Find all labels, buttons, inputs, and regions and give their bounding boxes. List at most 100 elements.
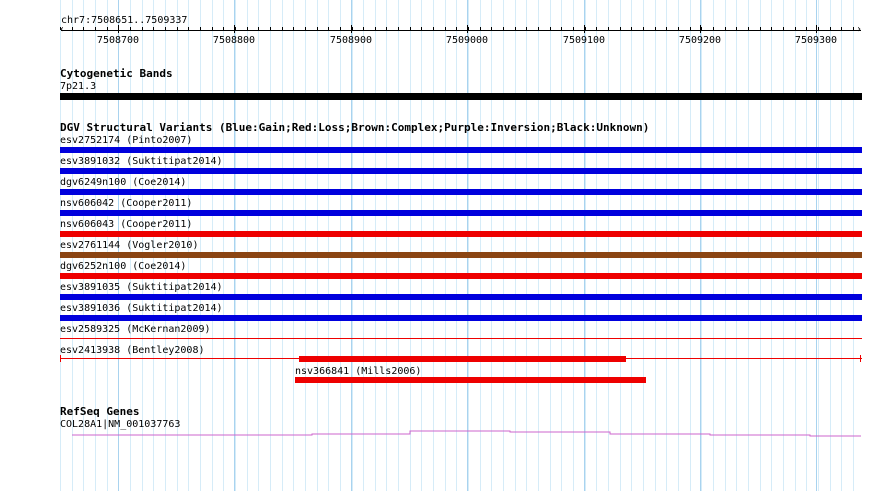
variant-line-loss[interactable] (60, 338, 862, 339)
variant-bar-gain[interactable] (60, 210, 862, 216)
minor-tick (538, 27, 539, 30)
minor-tick (783, 27, 784, 30)
minor-tick (293, 27, 294, 30)
minor-tick (806, 27, 807, 30)
minor-tick (526, 27, 527, 30)
variant-label: esv2413938 (Bentley2008) (60, 345, 205, 356)
minor-tick (771, 27, 772, 30)
minor-tick (363, 27, 364, 30)
ruler-axis (61, 30, 861, 31)
minor-tick (701, 27, 702, 30)
minor-tick (95, 27, 96, 30)
major-tick (584, 25, 585, 33)
cytoband-track-title: Cytogenetic Bands (60, 67, 173, 80)
minor-tick (643, 27, 644, 30)
refseq-track-title: RefSeq Genes (60, 405, 140, 418)
variant-label: esv3891035 (Suktitipat2014) (60, 282, 223, 293)
variant-bar-gain[interactable] (60, 294, 862, 300)
minor-tick (375, 27, 376, 30)
minor-tick (830, 27, 831, 30)
minor-tick (491, 27, 492, 30)
minor-tick (445, 27, 446, 30)
minor-tick (421, 27, 422, 30)
minor-tick (818, 27, 819, 30)
minor-tick (235, 27, 236, 30)
major-tick (118, 25, 119, 33)
variant-bar-loss[interactable] (299, 356, 626, 362)
minor-tick (795, 27, 796, 30)
minor-tick (550, 27, 551, 30)
minor-tick (200, 27, 201, 30)
variant-bar-gain[interactable] (60, 189, 862, 195)
minor-tick (305, 27, 306, 30)
location-label: chr7:7508651..7509337 (61, 15, 188, 26)
dgv-track-title: DGV Structural Variants (Blue:Gain;Red:L… (60, 121, 650, 134)
variant-bar-gain[interactable] (60, 315, 862, 321)
variant-label: esv2761144 (Vogler2010) (60, 240, 199, 251)
minor-tick (631, 27, 632, 30)
minor-tick (60, 27, 61, 30)
variant-label: esv3891036 (Suktitipat2014) (60, 303, 223, 314)
minor-tick (456, 27, 457, 30)
variant-bar-gain[interactable] (60, 147, 862, 153)
variant-line-end-left (60, 355, 61, 362)
variant-bar-loss[interactable] (60, 273, 862, 279)
minor-tick (503, 27, 504, 30)
tick-label: 7509200 (678, 35, 722, 46)
minor-tick (841, 27, 842, 30)
major-tick (351, 25, 352, 33)
variant-label: nsv606042 (Cooper2011) (60, 198, 193, 209)
minor-tick (760, 27, 761, 30)
major-tick (234, 25, 235, 33)
tick-label: 7508700 (96, 35, 140, 46)
major-tick (467, 25, 468, 33)
tick-label: 7509300 (794, 35, 838, 46)
minor-tick (596, 27, 597, 30)
minor-tick (666, 27, 667, 30)
variant-bar-loss[interactable] (295, 377, 646, 383)
minor-tick (690, 27, 691, 30)
variant-bar-gain[interactable] (60, 168, 862, 174)
minor-tick (153, 27, 154, 30)
minor-tick (725, 27, 726, 30)
minor-tick (515, 27, 516, 30)
tick-label: 7509100 (562, 35, 606, 46)
minor-tick (282, 27, 283, 30)
ruler-right-arrow[interactable]: › (856, 24, 862, 35)
minor-tick (480, 27, 481, 30)
variant-line-end-right (860, 355, 861, 362)
variant-label: dgv6249n100 (Coe2014) (60, 177, 187, 188)
minor-tick (212, 27, 213, 30)
minor-tick (853, 27, 854, 30)
minor-tick (188, 27, 189, 30)
variant-label: nsv366841 (Mills2006) (295, 366, 422, 377)
minor-tick (107, 27, 108, 30)
variant-bar-complex[interactable] (60, 252, 862, 258)
minor-tick (258, 27, 259, 30)
minor-tick (736, 27, 737, 30)
cytoband-label: 7p21.3 (60, 81, 97, 92)
minor-tick (585, 27, 586, 30)
tick-label: 7508900 (329, 35, 373, 46)
gene-model-line[interactable] (0, 425, 890, 441)
minor-tick (270, 27, 271, 30)
minor-tick (678, 27, 679, 30)
minor-tick (573, 27, 574, 30)
minor-tick (177, 27, 178, 30)
minor-tick (340, 27, 341, 30)
minor-tick (748, 27, 749, 30)
minor-tick (608, 27, 609, 30)
minor-tick (713, 27, 714, 30)
major-tick (700, 25, 701, 33)
variant-label: dgv6252n100 (Coe2014) (60, 261, 187, 272)
minor-tick (247, 27, 248, 30)
minor-tick (142, 27, 143, 30)
variant-bar-loss[interactable] (60, 231, 862, 237)
minor-tick (398, 27, 399, 30)
minor-tick (386, 27, 387, 30)
cytoband-bar[interactable] (60, 93, 862, 100)
gene-transcript (72, 430, 861, 437)
minor-tick (468, 27, 469, 30)
minor-tick (620, 27, 621, 30)
minor-tick (433, 27, 434, 30)
